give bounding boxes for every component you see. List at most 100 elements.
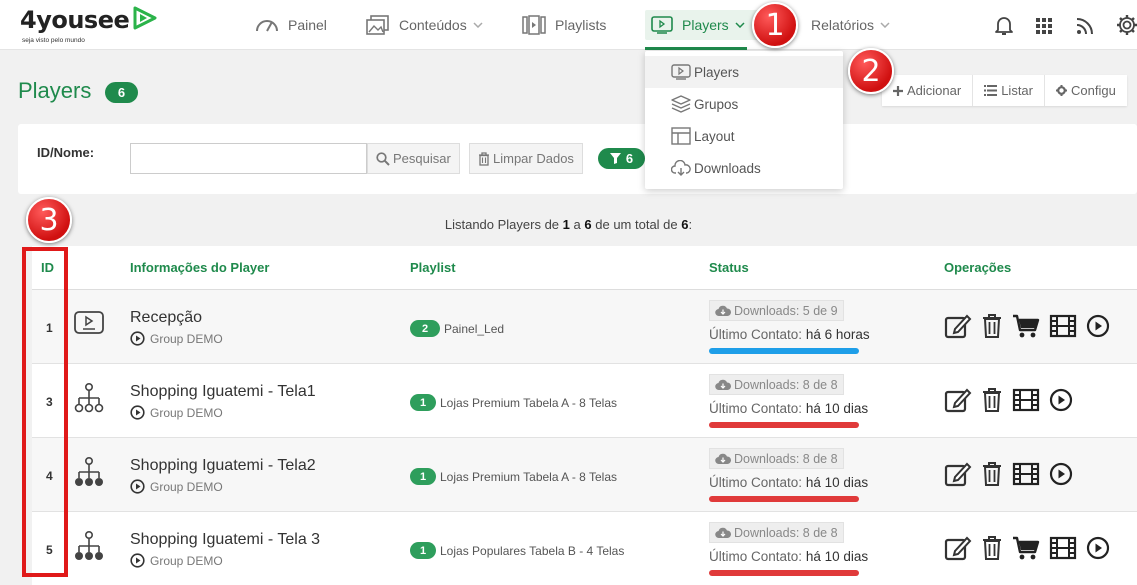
play-circle-icon[interactable] — [1086, 536, 1110, 560]
annotation-marker-3: 3 — [26, 197, 72, 243]
config-button-label: Configu — [1071, 83, 1116, 98]
trash-icon[interactable] — [981, 461, 1003, 487]
playlist-count-badge: 2 — [410, 320, 440, 337]
edit-icon[interactable] — [944, 535, 972, 561]
table-row: 1 Recepção Group DEMO 2 Painel_Led Downl… — [32, 290, 1137, 364]
dropdown-item-grupos[interactable]: Grupos — [645, 88, 843, 120]
trash-icon[interactable] — [981, 313, 1003, 339]
players-table: ID Informações do Player Playlist Status… — [32, 246, 1137, 585]
film-icon[interactable] — [1012, 388, 1040, 412]
player-screen-icon — [651, 16, 673, 34]
play-circle-icon[interactable] — [1086, 314, 1110, 338]
table-row: 5 Shopping Iguatemi - Tela 3 Group DEMO … — [32, 512, 1137, 585]
chevron-down-icon — [880, 22, 890, 28]
col-header-ops: Operações — [944, 260, 1012, 275]
status-bar — [709, 570, 859, 576]
trash-icon[interactable] — [981, 387, 1003, 413]
col-header-playlist[interactable]: Playlist — [410, 260, 456, 275]
nav-playlists[interactable]: Playlists — [522, 0, 606, 50]
gear-icon[interactable] — [1116, 14, 1137, 36]
playlist-name: Lojas Premium Tabela A - 8 Telas — [440, 469, 617, 484]
rss-icon[interactable] — [1076, 17, 1094, 35]
player-group: Group DEMO — [130, 479, 223, 494]
nav-conteudos[interactable]: Conteúdos — [366, 0, 492, 50]
add-button[interactable]: Adicionar — [882, 75, 974, 106]
nav-relatorios[interactable]: Relatórios — [811, 0, 899, 50]
dropdown-item-players[interactable]: Players — [645, 56, 843, 88]
player-group-label: Group DEMO — [150, 405, 223, 420]
playlist-cell[interactable]: 2 Painel_Led — [410, 320, 504, 337]
filter-count-badge[interactable]: 6 — [598, 148, 645, 169]
edit-icon[interactable] — [944, 387, 972, 413]
status-bar — [709, 422, 859, 428]
cloud-download-icon — [715, 379, 731, 390]
edit-icon[interactable] — [944, 461, 972, 487]
last-contact: Último Contato: há 6 horas — [709, 327, 870, 342]
col-header-status[interactable]: Status — [709, 260, 749, 275]
clear-data-button[interactable]: Limpar Dados — [469, 143, 583, 174]
search-button-label: Pesquisar — [393, 151, 451, 166]
table-row: 3 Shopping Iguatemi - Tela1 Group DEMO 1… — [32, 364, 1137, 438]
playlist-name: Lojas Premium Tabela A - 8 Telas — [440, 395, 617, 410]
player-name[interactable]: Shopping Iguatemi - Tela2 — [130, 457, 316, 475]
add-button-label: Adicionar — [907, 83, 962, 98]
nav-painel[interactable]: Painel — [255, 0, 327, 50]
film-icon[interactable] — [1012, 462, 1040, 486]
logo-text: 4yousee — [20, 6, 130, 34]
logo[interactable]: 4yousee seja visto pelo mundo — [20, 6, 157, 44]
last-contact-label: Último Contato: — [709, 401, 803, 416]
play-circle-icon[interactable] — [1049, 462, 1073, 486]
last-contact-label: Último Contato: — [709, 549, 803, 564]
player-group: Group DEMO — [130, 405, 223, 420]
play-circle-icon[interactable] — [1049, 388, 1073, 412]
logo-tagline: seja visto pelo mundo — [22, 37, 85, 44]
last-contact-label: Último Contato: — [709, 475, 803, 490]
filter-count: 6 — [625, 151, 634, 166]
last-contact-label: Último Contato: — [709, 327, 803, 342]
cloud-download-icon — [715, 305, 731, 316]
last-contact: Último Contato: há 10 dias — [709, 549, 868, 564]
nav-painel-label: Painel — [288, 17, 327, 33]
col-header-info[interactable]: Informações do Player — [130, 260, 269, 275]
playlist-cell[interactable]: 1 Lojas Premium Tabela A - 8 Telas — [410, 394, 617, 411]
listing-to: 6 — [584, 217, 592, 232]
plus-icon — [893, 85, 903, 96]
playlist-cell[interactable]: 1 Lojas Populares Tabela B - 4 Telas — [410, 542, 624, 559]
film-icon[interactable] — [1049, 314, 1077, 338]
dropdown-item-downloads[interactable]: Downloads — [645, 152, 843, 184]
edit-icon[interactable] — [944, 313, 972, 339]
play-circle-icon — [130, 479, 145, 494]
list-button-label: Listar — [1001, 83, 1033, 98]
listing-end: : — [688, 217, 693, 232]
cart-icon[interactable] — [1012, 535, 1040, 561]
player-name[interactable]: Shopping Iguatemi - Tela1 — [130, 383, 316, 401]
bell-icon[interactable] — [994, 14, 1014, 36]
trash-icon[interactable] — [981, 535, 1003, 561]
cloud-download-icon — [671, 160, 691, 176]
table-header: ID Informações do Player Playlist Status… — [32, 246, 1137, 290]
player-group-label: Group DEMO — [150, 331, 223, 346]
downloads-badge: Downloads: 8 de 8 — [709, 448, 844, 469]
nav-players[interactable]: Players — [645, 0, 762, 50]
downloads-text: Downloads: 8 de 8 — [734, 377, 838, 392]
cart-icon[interactable] — [1012, 313, 1040, 339]
downloads-text: Downloads: 8 de 8 — [734, 525, 838, 540]
list-button[interactable]: Listar — [973, 75, 1045, 106]
operations — [944, 535, 1119, 561]
last-contact-value: há 10 dias — [805, 475, 869, 490]
nav-relatorios-label: Relatórios — [811, 17, 875, 33]
page-title: Players — [18, 78, 92, 103]
apps-grid-icon[interactable] — [1035, 17, 1053, 35]
playlist-count-badge: 1 — [410, 542, 436, 559]
playlist-cell[interactable]: 1 Lojas Premium Tabela A - 8 Telas — [410, 468, 617, 485]
id-name-search-input[interactable] — [130, 143, 367, 174]
player-name[interactable]: Shopping Iguatemi - Tela 3 — [130, 531, 320, 549]
dropdown-item-layout[interactable]: Layout — [645, 120, 843, 152]
search-button[interactable]: Pesquisar — [367, 143, 460, 174]
film-icon[interactable] — [1049, 536, 1077, 560]
monitor-icon — [74, 311, 104, 334]
players-dropdown-menu: Players Grupos Layout Downloads — [645, 51, 843, 189]
config-button[interactable]: Configu — [1045, 75, 1127, 106]
player-name[interactable]: Recepção — [130, 309, 202, 327]
filter-panel: ID/Nome: Pesquisar Limpar Dados 6 — [18, 124, 1137, 194]
